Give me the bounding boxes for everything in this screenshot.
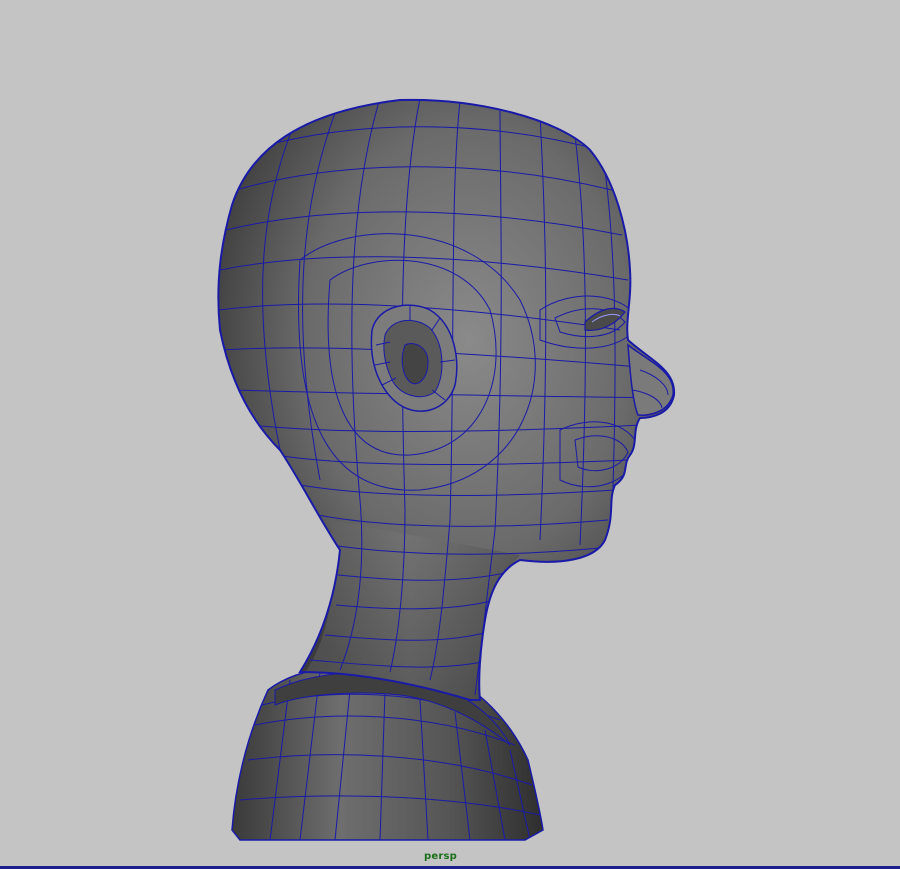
viewport-canvas[interactable] [0,0,900,869]
perspective-viewport[interactable]: persp [0,0,900,869]
bust-torso[interactable] [231,663,544,841]
nose-mesh[interactable] [627,343,674,416]
head-mesh[interactable] [217,98,676,701]
camera-name-label: persp [424,851,457,862]
